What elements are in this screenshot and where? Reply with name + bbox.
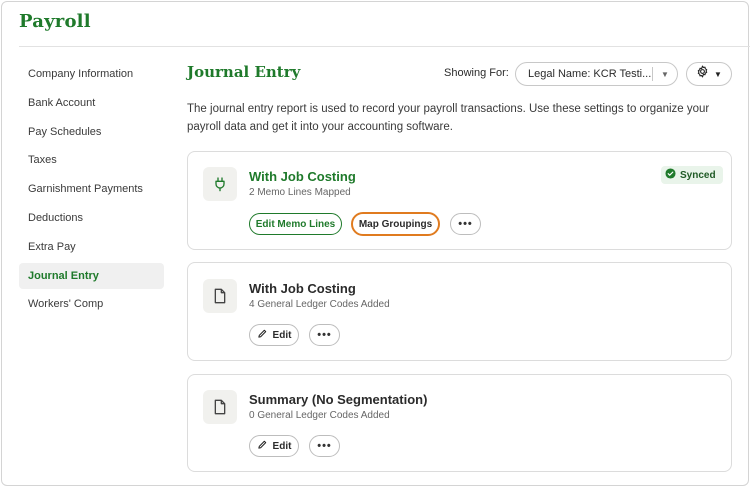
edit-button-label: Edit bbox=[272, 440, 292, 452]
journal-card-job-costing-memo: With Job Costing 2 Memo Lines Mapped Syn… bbox=[187, 151, 732, 250]
app-title: Payroll bbox=[19, 11, 91, 32]
document-icon bbox=[203, 390, 237, 424]
sidebar-item-deductions[interactable]: Deductions bbox=[19, 205, 164, 231]
card-title: With Job Costing bbox=[249, 281, 356, 296]
settings-menu-button[interactable]: ▼ bbox=[686, 62, 732, 86]
pencil-icon bbox=[257, 439, 268, 453]
chevron-down-icon: ▼ bbox=[714, 69, 722, 79]
edit-memo-lines-button[interactable]: Edit Memo Lines bbox=[249, 213, 342, 235]
chevron-down-icon: ▼ bbox=[661, 69, 669, 79]
status-badge: Synced bbox=[661, 166, 723, 184]
app-window: Payroll Company Information Bank Account… bbox=[1, 1, 750, 486]
more-dots-icon: ••• bbox=[458, 218, 473, 230]
sidebar-item-bank-account[interactable]: Bank Account bbox=[19, 90, 164, 116]
card-subtitle: 0 General Ledger Codes Added bbox=[249, 410, 390, 421]
card-subtitle: 2 Memo Lines Mapped bbox=[249, 187, 351, 198]
sidebar-item-workers-comp[interactable]: Workers' Comp bbox=[19, 291, 164, 317]
more-dots-icon: ••• bbox=[317, 440, 332, 452]
pencil-icon bbox=[257, 328, 268, 342]
status-badge-label: Synced bbox=[680, 169, 716, 181]
showing-for-label: Showing For: bbox=[444, 67, 509, 79]
page-title: Journal Entry bbox=[187, 63, 301, 81]
journal-card-job-costing-gl: With Job Costing 4 General Ledger Codes … bbox=[187, 262, 732, 361]
card-title: Summary (No Segmentation) bbox=[249, 392, 428, 407]
entity-select[interactable]: Legal Name: KCR Testi... ▼ bbox=[515, 62, 678, 86]
gear-icon bbox=[696, 65, 709, 83]
more-options-button[interactable]: ••• bbox=[450, 213, 481, 235]
settings-sidebar: Company Information Bank Account Pay Sch… bbox=[19, 61, 164, 320]
sidebar-item-company-information[interactable]: Company Information bbox=[19, 61, 164, 87]
sidebar-item-pay-schedules[interactable]: Pay Schedules bbox=[19, 119, 164, 145]
map-groupings-button[interactable]: Map Groupings bbox=[351, 212, 440, 236]
entity-select-value: Legal Name: KCR Testi... bbox=[528, 68, 652, 80]
sidebar-item-journal-entry[interactable]: Journal Entry bbox=[19, 262, 164, 289]
sidebar-item-taxes[interactable]: Taxes bbox=[19, 147, 164, 173]
sidebar-item-garnishment-payments[interactable]: Garnishment Payments bbox=[19, 176, 164, 202]
card-subtitle: 4 General Ledger Codes Added bbox=[249, 299, 390, 310]
sidebar-item-extra-pay[interactable]: Extra Pay bbox=[19, 234, 164, 260]
check-circle-icon bbox=[665, 168, 676, 182]
journal-card-summary: Summary (No Segmentation) 0 General Ledg… bbox=[187, 374, 732, 472]
card-title: With Job Costing bbox=[249, 169, 356, 184]
plug-icon bbox=[203, 167, 237, 201]
edit-button[interactable]: Edit bbox=[249, 435, 299, 457]
document-icon bbox=[203, 279, 237, 313]
edit-button[interactable]: Edit bbox=[249, 324, 299, 346]
more-options-button[interactable]: ••• bbox=[309, 324, 340, 346]
edit-button-label: Edit bbox=[272, 329, 292, 341]
more-options-button[interactable]: ••• bbox=[309, 435, 340, 457]
page-description: The journal entry report is used to reco… bbox=[187, 103, 710, 133]
header-divider bbox=[19, 46, 750, 47]
more-dots-icon: ••• bbox=[317, 329, 332, 341]
